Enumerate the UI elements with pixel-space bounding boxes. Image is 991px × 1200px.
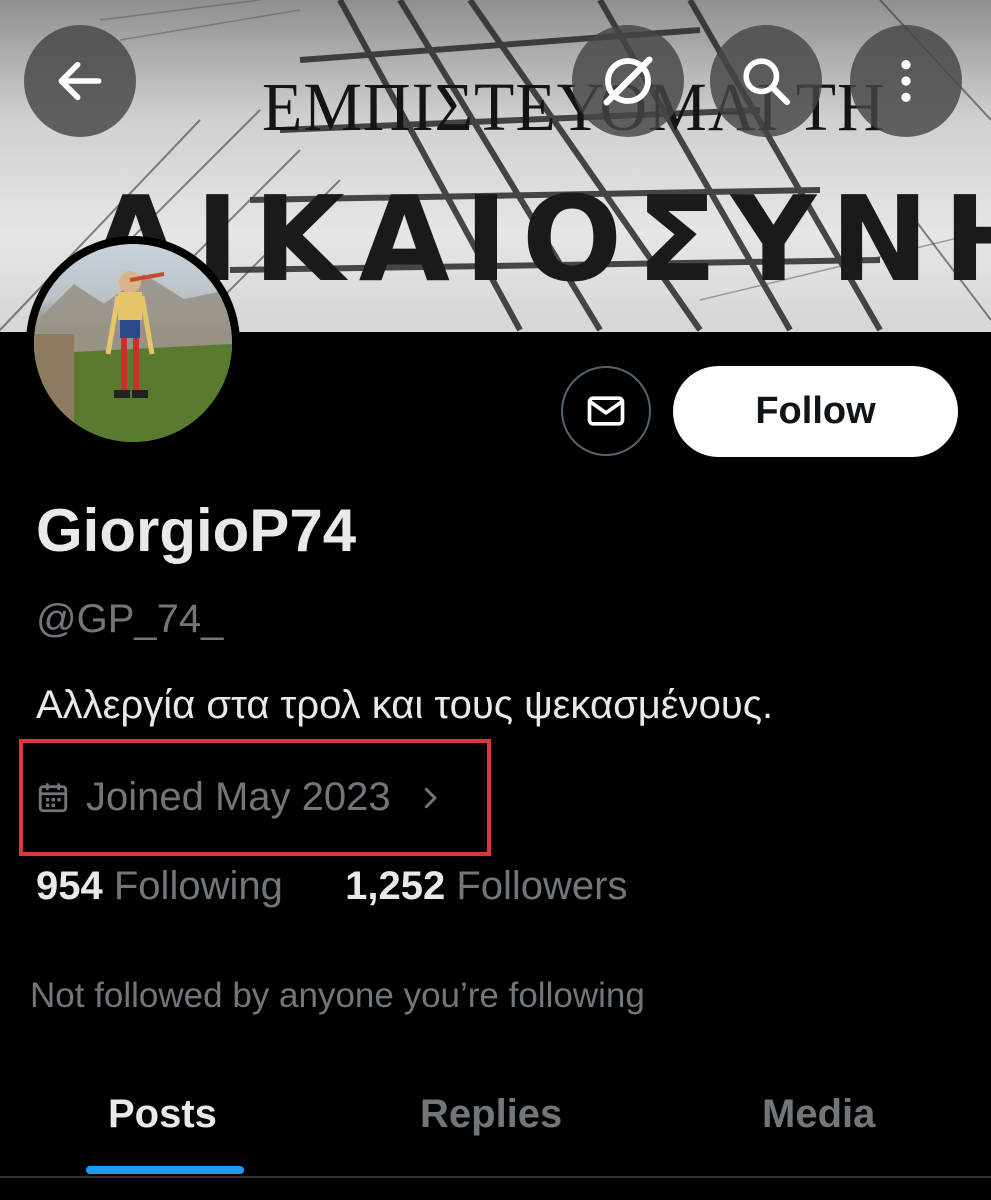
- following-count: 954: [36, 864, 103, 908]
- joined-date-text: Joined May 2023: [86, 775, 391, 819]
- avatar-illustration: [34, 271, 232, 442]
- tabs-divider: [0, 1176, 991, 1178]
- follow-stats: 954 Following 1,252 Followers: [36, 864, 627, 909]
- back-arrow-icon: [58, 61, 102, 101]
- grok-icon: [603, 56, 653, 106]
- username-handle: @GP_74_: [36, 597, 224, 641]
- back-button[interactable]: [24, 25, 136, 137]
- following-label: Following: [113, 864, 283, 908]
- calendar-icon: [38, 782, 68, 812]
- avatar-image: [34, 244, 232, 442]
- chevron-right-icon: [424, 787, 437, 808]
- grok-button[interactable]: [572, 25, 684, 137]
- more-vertical-icon: [901, 60, 911, 102]
- mutual-followers-note: Not followed by anyone you’re following: [30, 976, 645, 1015]
- more-options-button[interactable]: [850, 25, 962, 137]
- following-link[interactable]: 954 Following: [36, 864, 294, 908]
- active-tab-indicator: [86, 1166, 244, 1174]
- message-button[interactable]: [561, 366, 651, 456]
- profile-bio: Αλλεργία στα τρολ και τους ψεκασμένους.: [36, 683, 774, 727]
- followers-label: Followers: [456, 864, 628, 908]
- followers-link[interactable]: 1,252 Followers: [345, 864, 627, 908]
- tab-media[interactable]: Media: [762, 1092, 875, 1137]
- profile-tabs: Posts Replies Media: [0, 1080, 991, 1180]
- tab-replies[interactable]: Replies: [420, 1092, 562, 1137]
- follow-button[interactable]: Follow: [673, 366, 958, 457]
- tab-posts[interactable]: Posts: [108, 1092, 217, 1137]
- search-button[interactable]: [710, 25, 822, 137]
- avatar[interactable]: [26, 236, 240, 450]
- followers-count: 1,252: [345, 864, 446, 908]
- search-icon: [743, 58, 791, 106]
- joined-date-link[interactable]: Joined May 2023: [36, 775, 445, 820]
- mail-icon: [587, 396, 625, 426]
- display-name: GiorgioP74: [36, 497, 357, 564]
